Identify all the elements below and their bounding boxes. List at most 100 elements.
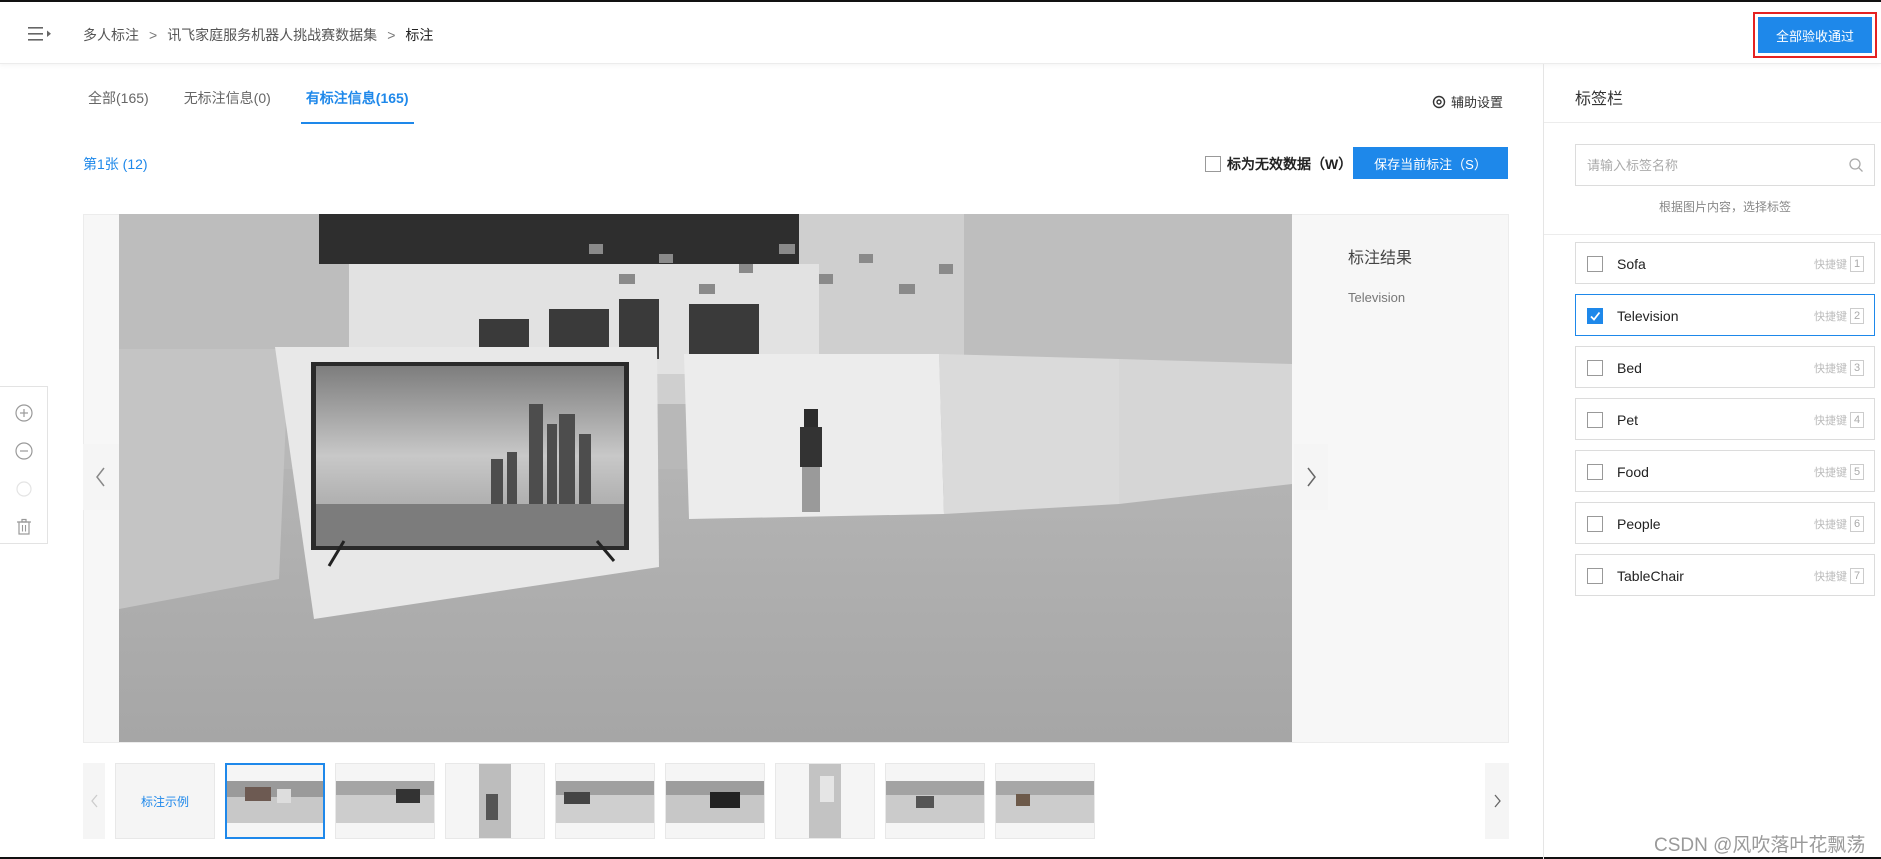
thumbnail-item[interactable] (775, 763, 875, 839)
search-icon[interactable] (1848, 157, 1864, 173)
accept-all-highlight: 全部验收通过 (1753, 12, 1877, 58)
label-checkbox[interactable] (1587, 360, 1603, 376)
thumbnail-image (996, 781, 1094, 823)
label-name: Food (1617, 464, 1649, 480)
shortcut-text: 快捷键 (1814, 415, 1847, 427)
next-image-button[interactable] (1294, 444, 1328, 510)
divider (1544, 234, 1881, 235)
chevron-right-icon (1494, 794, 1501, 808)
shortcut-hint: 快捷键 2 (1814, 308, 1864, 324)
label-checkbox[interactable] (1587, 412, 1603, 428)
scene-photo (119, 214, 1292, 742)
label-name: Pet (1617, 412, 1639, 428)
label-checkbox[interactable] (1587, 516, 1603, 532)
thumbnails-next-button[interactable] (1485, 763, 1509, 839)
save-annotation-button[interactable]: 保存当前标注（S） (1353, 147, 1508, 179)
label-name: Bed (1617, 360, 1642, 376)
accept-all-button[interactable]: 全部验收通过 (1758, 17, 1872, 53)
label-item-people[interactable]: People 快捷键 6 (1575, 502, 1875, 544)
thumbnail-item[interactable] (335, 763, 435, 839)
shortcut-text: 快捷键 (1814, 311, 1847, 323)
chevron-right-icon (1307, 467, 1316, 487)
label-item-sofa[interactable]: Sofa 快捷键 1 (1575, 242, 1875, 284)
shortcut-hint: 快捷键 1 (1814, 256, 1864, 272)
label-item-pet[interactable]: Pet 快捷键 4 (1575, 398, 1875, 440)
delete-trash-icon[interactable] (14, 517, 34, 537)
tab-unlabeled[interactable]: 无标注信息(0) (184, 88, 271, 124)
annotation-result-item: Television (1348, 290, 1406, 305)
shortcut-key: 4 (1850, 412, 1864, 428)
thumbnail-image (809, 764, 841, 838)
shortcut-hint: 快捷键 7 (1814, 568, 1864, 584)
invalid-data-checkbox[interactable] (1205, 156, 1221, 172)
shortcut-key: 6 (1850, 516, 1864, 532)
annotation-result-title: 标注结果 (1348, 250, 1413, 267)
shortcut-hint: 快捷键 4 (1814, 412, 1864, 428)
app-frame: 多人标注 > 讯飞家庭服务机器人挑战赛数据集 > 标注 全部验收通过 全部(16… (0, 0, 1881, 859)
top-header: 多人标注 > 讯飞家庭服务机器人挑战赛数据集 > 标注 全部验收通过 (0, 4, 1881, 64)
thumbnail-image (479, 764, 511, 838)
label-search-box (1575, 144, 1875, 186)
settings-gear-icon (1432, 95, 1446, 108)
thumbnail-item[interactable] (555, 763, 655, 839)
chevron-right-icon: > (387, 27, 396, 43)
label-panel: 标签栏 根据图片内容，选择标签 Sofa 快捷键1 Television 快捷键… (1543, 64, 1881, 859)
annotated-scene-image[interactable] (119, 214, 1292, 742)
invalid-data-label: 标为无效数据（W） (1227, 156, 1353, 172)
prev-image-button[interactable] (83, 444, 119, 510)
shortcut-hint: 快捷键 6 (1814, 516, 1864, 532)
chevron-left-icon (96, 467, 105, 487)
thumbnail-image (666, 781, 764, 823)
thumbnails-prev-button[interactable] (83, 763, 105, 839)
breadcrumb: 多人标注 > 讯飞家庭服务机器人挑战赛数据集 > 标注 (83, 25, 433, 45)
label-item-television[interactable]: Television 快捷键 2 (1575, 294, 1875, 336)
shortcut-text: 快捷键 (1814, 519, 1847, 531)
label-name: Television (1617, 308, 1679, 324)
label-checkbox[interactable] (1587, 464, 1603, 480)
chevron-left-icon (91, 794, 98, 808)
label-name: People (1617, 516, 1661, 532)
label-checkbox[interactable] (1587, 256, 1603, 272)
aux-settings-button[interactable]: 辅助设置 (1432, 92, 1503, 111)
label-item-food[interactable]: Food 快捷键 5 (1575, 450, 1875, 492)
annotation-example-label: 标注示例 (140, 794, 189, 809)
thumbnail-image (556, 781, 654, 823)
thumbnail-item[interactable] (995, 763, 1095, 839)
zoom-out-icon[interactable] (14, 441, 34, 461)
annotation-example-thumbnail[interactable]: 标注示例 (115, 763, 215, 839)
reset-icon[interactable] (14, 479, 34, 499)
thumbnail-image (886, 781, 984, 823)
thumbnail-item[interactable] (225, 763, 325, 839)
shortcut-text: 快捷键 (1814, 259, 1847, 271)
menu-toggle-icon[interactable] (28, 24, 54, 44)
tab-all[interactable]: 全部(165) (88, 88, 149, 124)
thumbnail-item[interactable] (445, 763, 545, 839)
shortcut-key: 5 (1850, 464, 1864, 480)
label-search-input[interactable] (1576, 145, 1836, 185)
label-name: Sofa (1617, 256, 1646, 272)
thumbnail-item[interactable] (885, 763, 985, 839)
label-item-tablechair[interactable]: TableChair 快捷键 7 (1575, 554, 1875, 596)
label-hint: 根据图片内容，选择标签 (1658, 200, 1791, 214)
breadcrumb-item-dataset[interactable]: 讯飞家庭服务机器人挑战赛数据集 (167, 25, 377, 45)
shortcut-hint: 快捷键 5 (1814, 464, 1864, 480)
image-toolbar (0, 386, 48, 544)
chevron-right-icon: > (149, 27, 158, 43)
invalid-data-toggle[interactable]: 标为无效数据（W） (1205, 154, 1352, 174)
tab-labeled[interactable]: 有标注信息(165) (300, 88, 414, 124)
label-item-bed[interactable]: Bed 快捷键 3 (1575, 346, 1875, 388)
shortcut-key: 1 (1850, 256, 1864, 272)
shortcut-text: 快捷键 (1814, 467, 1847, 479)
watermark: CSDN @风吹落叶花飘荡 (1654, 835, 1866, 856)
breadcrumb-item-current: 标注 (405, 27, 434, 43)
shortcut-key: 3 (1850, 360, 1864, 376)
thumbnail-item[interactable] (665, 763, 765, 839)
label-checkbox[interactable] (1587, 568, 1603, 584)
shortcut-hint: 快捷键 3 (1814, 360, 1864, 376)
zoom-in-icon[interactable] (14, 403, 34, 423)
breadcrumb-item-multi-annotation[interactable]: 多人标注 (83, 25, 139, 45)
filter-tabs: 全部(165) 无标注信息(0) 有标注信息(165) (88, 88, 449, 124)
shortcut-text: 快捷键 (1814, 571, 1847, 583)
shortcut-key: 7 (1850, 568, 1864, 584)
label-checkbox-checked[interactable] (1587, 308, 1603, 324)
